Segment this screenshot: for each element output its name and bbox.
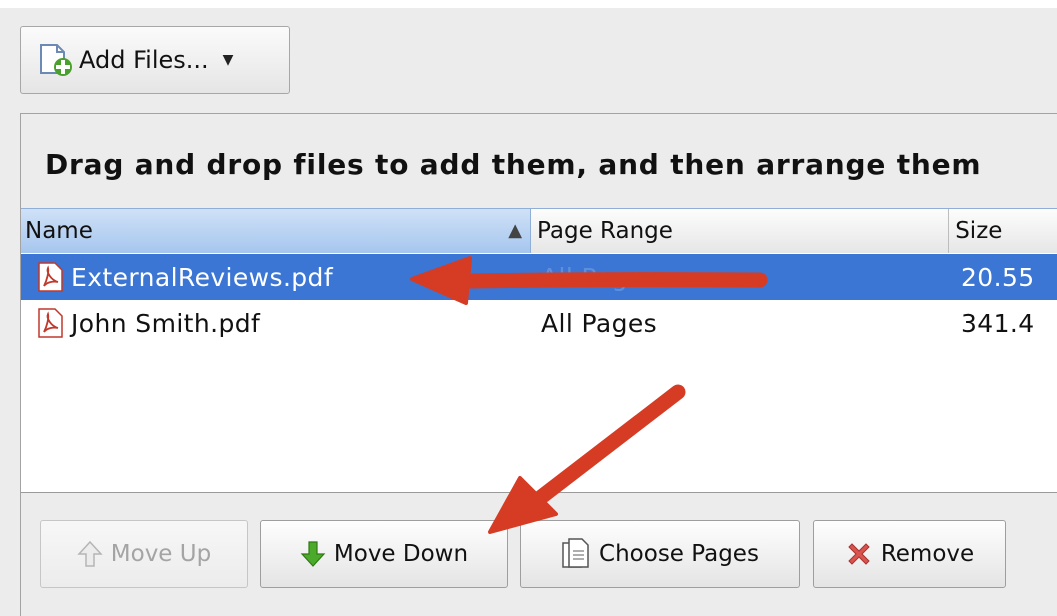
table-row[interactable]: ExternalReviews.pdf All Pages 20.55 (21, 254, 1057, 300)
add-files-label: Add Files... (79, 46, 209, 74)
row-size-cell: 20.55 (961, 262, 1035, 292)
pdf-file-icon (38, 262, 63, 292)
remove-x-icon (848, 543, 870, 565)
sort-ascending-icon: ▲ (508, 220, 523, 241)
add-files-button[interactable]: Add Files... ▼ (20, 26, 290, 94)
table-row[interactable]: John Smith.pdf All Pages 341.4 (21, 300, 1057, 346)
column-header-name-label: Name (25, 218, 93, 244)
row-name-text: ExternalReviews.pdf (71, 262, 334, 292)
row-name-cell: ExternalReviews.pdf (35, 262, 333, 292)
row-name-cell: John Smith.pdf (35, 308, 260, 338)
add-file-icon (40, 44, 72, 76)
choose-pages-label: Choose Pages (599, 541, 759, 567)
column-header-page-range-label: Page Range (537, 218, 673, 244)
row-range-cell: All Pages (541, 262, 658, 292)
choose-pages-button[interactable]: Choose Pages (520, 520, 800, 588)
arrow-down-icon (300, 541, 326, 567)
file-table[interactable]: Name ▲ Page Range Size ExternalReviews.p… (21, 208, 1057, 493)
table-header: Name ▲ Page Range Size (21, 209, 1057, 253)
row-name-text: John Smith.pdf (71, 308, 261, 338)
remove-button[interactable]: Remove (813, 520, 1006, 588)
arrow-up-icon (77, 540, 103, 567)
row-range-cell: All Pages (541, 308, 658, 338)
move-up-button[interactable]: Move Up (40, 520, 248, 588)
instructions-text: Drag and drop files to add them, and the… (45, 148, 982, 181)
caret-down-icon[interactable]: ▼ (223, 52, 234, 68)
move-up-label: Move Up (110, 541, 212, 567)
column-header-size-label: Size (955, 218, 1003, 244)
row-size-cell: 341.4 (961, 308, 1035, 338)
document-pages-icon (562, 538, 589, 568)
column-header-page-range[interactable]: Page Range (531, 209, 950, 253)
top-strip (0, 0, 1057, 8)
pdf-file-icon (38, 308, 63, 338)
remove-label: Remove (880, 541, 975, 567)
column-header-name[interactable]: Name ▲ (21, 209, 532, 253)
column-header-size[interactable]: Size (949, 209, 1057, 253)
move-down-label: Move Down (333, 541, 469, 567)
move-down-button[interactable]: Move Down (260, 520, 508, 588)
